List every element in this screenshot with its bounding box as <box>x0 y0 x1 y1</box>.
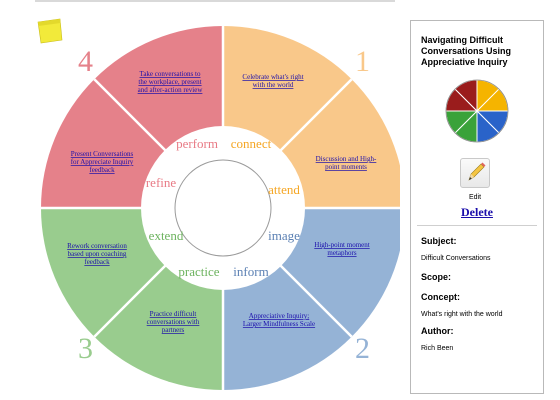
verb-refine: refine <box>146 175 177 190</box>
link-line[interactable]: based upon coaching <box>68 250 127 258</box>
subject-value: Difficult Conversations <box>421 255 491 262</box>
link-line[interactable]: Larger Mindfulness Scale <box>243 320 315 328</box>
quadrant-number-2: 2 <box>355 332 370 365</box>
center-circle <box>174 159 272 257</box>
verb-extend: extend <box>149 228 184 243</box>
quadrant-number-4: 4 <box>78 45 93 78</box>
panel-divider <box>417 225 537 226</box>
link-line[interactable]: metaphors <box>327 249 356 257</box>
link-line[interactable]: Discussion and High- <box>316 155 377 163</box>
link-line[interactable]: point moments <box>325 163 367 171</box>
link-line[interactable]: for Appreciate Inquiry <box>71 158 134 166</box>
author-value: Rich Been <box>421 345 454 352</box>
link-line[interactable]: Present Conversations <box>71 150 134 158</box>
concept-value: What's right with the world <box>421 311 503 318</box>
verb-perform: perform <box>176 136 218 151</box>
verb-attend: attend <box>268 182 300 197</box>
link-line[interactable]: Take conversations to <box>140 70 201 78</box>
delete-link[interactable]: Delete <box>431 205 523 220</box>
edit-button[interactable] <box>460 158 490 188</box>
link-line[interactable]: and after-action review <box>138 86 204 94</box>
verb-inform: inform <box>233 264 268 279</box>
verb-connect: connect <box>231 136 272 151</box>
edit-label: Edit <box>468 194 482 201</box>
link-line[interactable]: the workplace, present <box>138 78 201 86</box>
pencil-icon <box>468 162 486 181</box>
link-line[interactable]: feedback <box>84 258 110 266</box>
quadrant-number-3: 3 <box>78 332 93 365</box>
verb-image: image <box>268 228 300 243</box>
link-line[interactable]: Appreciative Inquiry; <box>249 312 310 320</box>
quadrant-number-1: 1 <box>355 45 370 78</box>
link-line[interactable]: Celebrate what's right <box>242 73 303 81</box>
link-appreciative-inquiry[interactable]: Appreciative Inquiry;Larger Mindfulness … <box>243 312 315 328</box>
appreciative-inquiry-wheel: 1 2 3 4 perform connect attend image inf… <box>41 26 400 390</box>
link-line[interactable]: with the world <box>253 81 294 89</box>
link-line[interactable]: feedback <box>89 166 115 174</box>
panel-title: Navigating Difficult Conversations Using… <box>421 35 512 67</box>
subject-label: Subject: <box>421 236 457 246</box>
link-line[interactable]: partners <box>162 326 185 334</box>
concept-label: Concept: <box>421 292 460 302</box>
link-line[interactable]: Practice difficult <box>150 310 197 318</box>
link-take-conversations[interactable]: Take conversations tothe workplace, pres… <box>138 70 204 94</box>
verb-practice: practice <box>178 264 219 279</box>
link-line[interactable]: High-point moment <box>314 241 369 249</box>
author-label: Author: <box>421 326 454 336</box>
mini-wheel-icon <box>445 79 509 143</box>
scope-label: Scope: <box>421 272 452 282</box>
detail-panel: Navigating Difficult Conversations Using… <box>410 20 544 394</box>
link-line[interactable]: Rework conversation <box>67 242 127 250</box>
link-line[interactable]: conversations with <box>147 318 200 326</box>
